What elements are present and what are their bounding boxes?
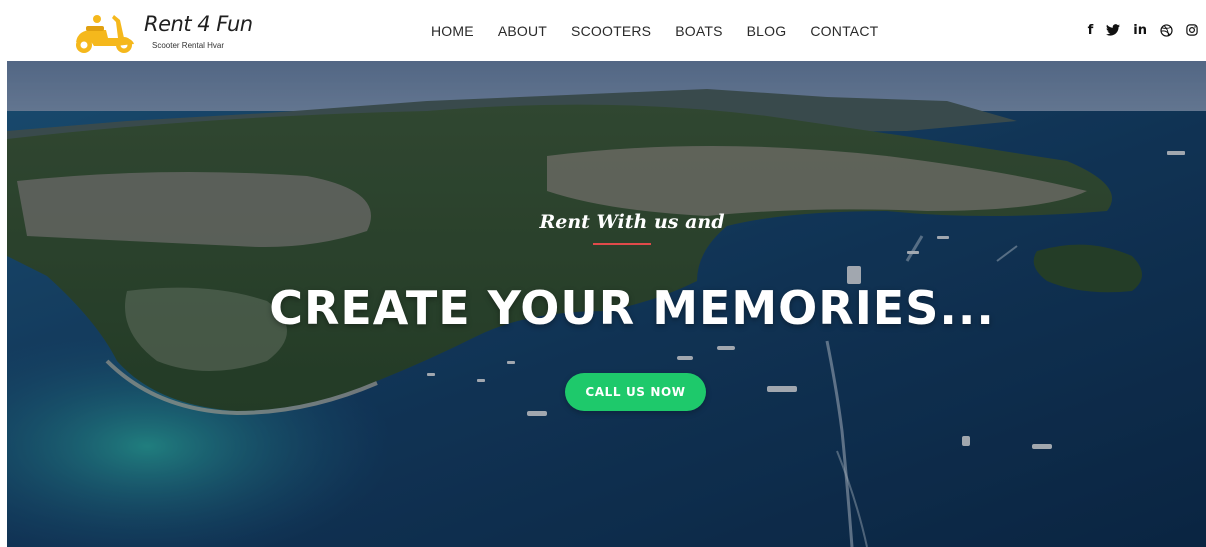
linkedin-icon[interactable]: in — [1133, 20, 1147, 40]
nav-home[interactable]: HOME — [431, 23, 474, 39]
brand-logo[interactable]: Rent 4 Fun Scooter Rental Hvar — [72, 10, 253, 54]
facebook-label: f — [1087, 22, 1094, 38]
hero-headline: CREATE YOUR MEMORIES... — [269, 281, 995, 335]
nav-contact[interactable]: CONTACT — [810, 23, 878, 39]
nav-boats[interactable]: BOATS — [675, 23, 722, 39]
instagram-icon[interactable] — [1186, 20, 1198, 40]
twitter-icon[interactable] — [1106, 20, 1121, 40]
hero-divider — [593, 243, 651, 245]
brand-name: Rent 4 Fun — [144, 12, 253, 36]
facebook-icon[interactable]: f — [1088, 20, 1094, 40]
instagram-glyph — [1186, 24, 1198, 36]
dribbble-glyph — [1160, 23, 1173, 37]
hero-tagline: Rent With us and — [539, 211, 725, 233]
nav-about[interactable]: ABOUT — [498, 23, 547, 39]
scooter-logo-icon — [76, 15, 134, 53]
twitter-glyph — [1106, 24, 1121, 36]
hero-section: Rent With us and CREATE YOUR MEMORIES...… — [7, 61, 1206, 547]
social-links: f in — [1075, 20, 1198, 40]
linkedin-label: in — [1133, 22, 1147, 38]
call-us-now-button[interactable]: CALL US NOW — [565, 373, 706, 411]
dribbble-icon[interactable] — [1160, 20, 1173, 40]
site-header: Rent 4 Fun Scooter Rental Hvar HOME ABOU… — [0, 0, 1206, 61]
nav-blog[interactable]: BLOG — [747, 23, 787, 39]
main-nav: HOME ABOUT SCOOTERS BOATS BLOG CONTACT — [431, 0, 878, 61]
nav-scooters[interactable]: SCOOTERS — [571, 23, 651, 39]
brand-tagline: Scooter Rental Hvar — [152, 41, 225, 50]
